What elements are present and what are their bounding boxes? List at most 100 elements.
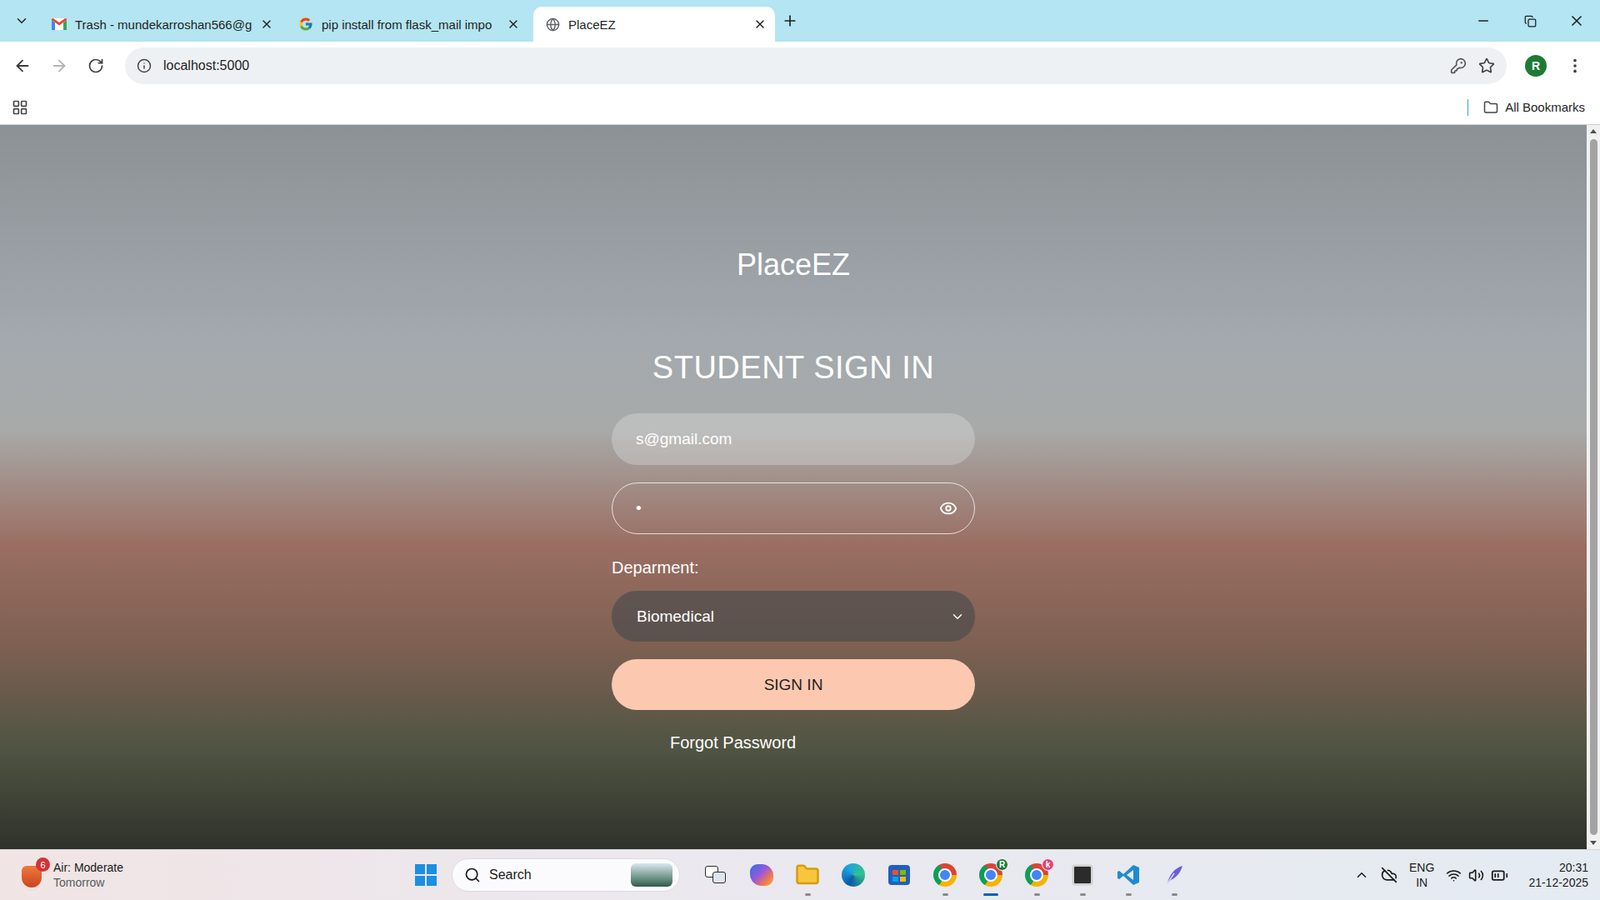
- all-bookmarks[interactable]: All Bookmarks: [1483, 100, 1585, 115]
- taskbar-center: Search Rk: [404, 851, 1196, 899]
- email-field[interactable]: [611, 413, 975, 465]
- profile-avatar[interactable]: R: [1525, 55, 1547, 77]
- cloud-off-icon[interactable]: [1380, 866, 1398, 884]
- restore-button[interactable]: [1506, 0, 1554, 42]
- store-icon: [888, 865, 910, 885]
- tab-strip: Trash - mundekarroshan566@g pip install f…: [0, 0, 1600, 42]
- browser-tab[interactable]: PlaceEZ: [533, 6, 775, 42]
- profile-badge: R: [995, 858, 1009, 871]
- taskbar-app[interactable]: [694, 851, 738, 899]
- separator: [1467, 99, 1469, 116]
- address-bar[interactable]: localhost:5000: [125, 47, 1507, 85]
- taskbar-search[interactable]: Search: [451, 858, 680, 892]
- globe-icon: [545, 17, 560, 32]
- close-window-button[interactable]: [1553, 0, 1600, 42]
- quick-settings[interactable]: [1445, 866, 1509, 885]
- taskbar-app[interactable]: [1060, 851, 1105, 899]
- minimize-icon: [1475, 13, 1491, 29]
- tab-search-button[interactable]: [6, 5, 37, 36]
- running-indicator: [983, 893, 999, 896]
- scrollbar[interactable]: [1586, 125, 1600, 850]
- running-indicator: [1125, 893, 1132, 896]
- close-icon[interactable]: [260, 17, 274, 31]
- favicon: [51, 16, 67, 32]
- forgot-password-link[interactable]: Forgot Password: [670, 733, 796, 752]
- taskbar-app[interactable]: [877, 851, 921, 899]
- address-text[interactable]: localhost:5000: [163, 58, 1439, 74]
- sign-in-button[interactable]: SIGN IN: [611, 659, 975, 710]
- restore-icon: [1524, 15, 1537, 28]
- terminal-icon: [1070, 862, 1095, 888]
- running-indicator: [1034, 893, 1040, 896]
- vscode-icon: [1116, 863, 1140, 887]
- minimize-button[interactable]: [1460, 0, 1507, 42]
- taskbar: 6Air: ModerateTomorrow Search Rk ENGIN 20:31…: [0, 849, 1600, 900]
- scroll-thumb[interactable]: [1590, 139, 1598, 835]
- close-icon[interactable]: [753, 17, 767, 31]
- windows-logo-icon: [415, 864, 437, 886]
- weather-title: Air: Moderate: [53, 860, 124, 875]
- google-icon: [298, 16, 314, 32]
- forward-button[interactable]: [40, 47, 78, 85]
- bookmarks-bar: All Bookmarks: [0, 90, 1600, 125]
- key-icon[interactable]: [1450, 57, 1467, 75]
- volume-icon: [1468, 867, 1485, 884]
- toolbar: localhost:5000 R: [0, 41, 1600, 90]
- folder-icon: [795, 862, 820, 888]
- close-icon[interactable]: [506, 17, 520, 31]
- sign-in-form: PlaceEZSTUDENT SIGN INDeparment:Biomedic…: [611, 125, 975, 753]
- info-icon[interactable]: [136, 58, 152, 74]
- battery-icon: [1490, 866, 1509, 885]
- running-indicator: [805, 893, 811, 896]
- chrome-icon: R: [979, 863, 1003, 887]
- star-icon[interactable]: [1478, 57, 1495, 75]
- scroll-up-icon[interactable]: [1590, 129, 1597, 134]
- password-field[interactable]: [611, 482, 975, 535]
- copilot-icon: [750, 864, 774, 886]
- tab-title: pip install from flask_mail impo: [321, 17, 499, 32]
- email-input[interactable]: [634, 429, 958, 450]
- apps-grid-icon[interactable]: [11, 99, 29, 116]
- back-button[interactable]: [4, 47, 41, 85]
- taskbar-app[interactable]: [1106, 851, 1150, 899]
- browser-tab[interactable]: Trash - mundekarroshan566@g: [40, 6, 282, 42]
- browser-tab[interactable]: pip install from flask_mail impo: [286, 6, 529, 42]
- taskbar-app[interactable]: [740, 851, 784, 899]
- reload-button[interactable]: [77, 47, 115, 85]
- chrome-icon: k: [1025, 863, 1049, 887]
- plus-icon: [781, 12, 799, 30]
- taskbar-app[interactable]: k: [1015, 851, 1059, 899]
- search-icon: [464, 866, 481, 884]
- new-tab-button[interactable]: [775, 5, 805, 36]
- task-view-icon: [705, 865, 727, 885]
- scroll-down-icon[interactable]: [1590, 840, 1597, 845]
- search-placeholder: Search: [489, 867, 623, 883]
- menu-button[interactable]: [1556, 47, 1594, 85]
- taskbar-app[interactable]: [1152, 851, 1196, 899]
- search-highlight-picture: [630, 863, 673, 887]
- edge-icon: [841, 863, 865, 887]
- folder-icon: [1483, 100, 1499, 115]
- taskbar-app[interactable]: [923, 851, 967, 899]
- form-heading: STUDENT SIGN IN: [611, 347, 975, 388]
- arrow-left-icon: [13, 56, 32, 75]
- arrow-right-icon: [50, 56, 69, 75]
- running-indicator: [942, 893, 949, 896]
- reload-icon: [87, 57, 105, 75]
- taskbar-app[interactable]: [831, 851, 875, 899]
- clock[interactable]: 20:3121-12-2025: [1528, 860, 1589, 890]
- department-select[interactable]: Biomedical: [611, 590, 975, 642]
- chevron-up-icon[interactable]: [1354, 867, 1370, 883]
- eye-icon[interactable]: [939, 499, 958, 518]
- weather-badge: 6: [35, 857, 50, 872]
- password-input[interactable]: [634, 498, 940, 519]
- background-photo: PlaceEZSTUDENT SIGN INDeparment:Biomedic…: [0, 125, 1587, 850]
- kebab-icon: [1565, 56, 1585, 75]
- screen: Trash - mundekarroshan566@g pip install f…: [0, 0, 1600, 900]
- taskbar-app[interactable]: [785, 851, 830, 899]
- forgot-row: Forgot Password: [611, 732, 975, 753]
- language-indicator[interactable]: ENGIN: [1409, 860, 1435, 890]
- start-button[interactable]: [404, 851, 448, 899]
- taskbar-app[interactable]: R: [969, 851, 1013, 899]
- weather-widget[interactable]: 6Air: ModerateTomorrow: [0, 860, 405, 890]
